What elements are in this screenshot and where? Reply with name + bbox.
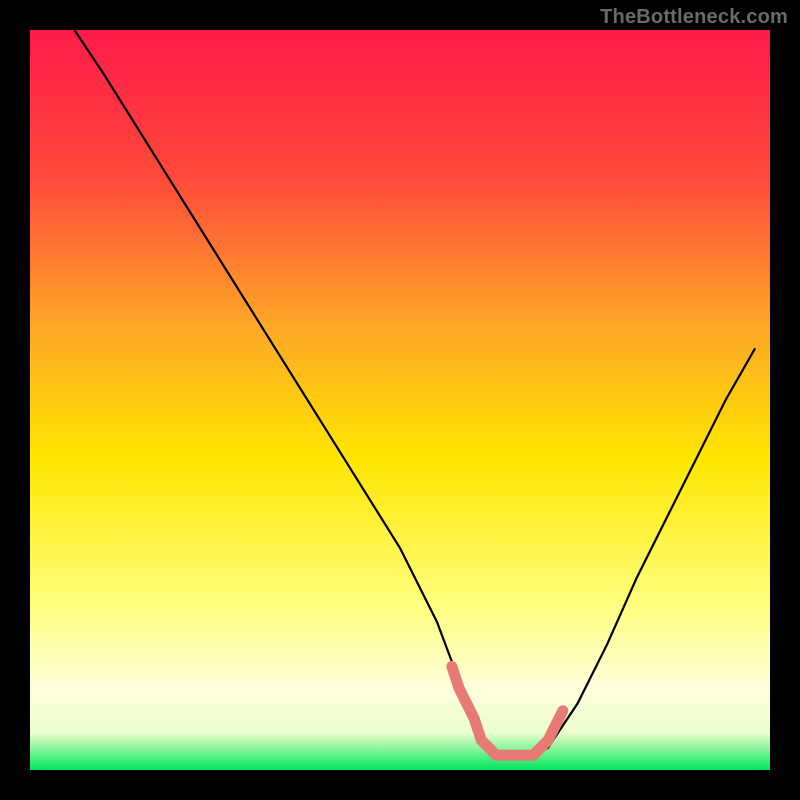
watermark-text: TheBottleneck.com: [600, 6, 788, 29]
chart-svg: [0, 0, 800, 800]
bottleneck-chart: TheBottleneck.com: [0, 0, 800, 800]
chart-background: [30, 30, 770, 770]
